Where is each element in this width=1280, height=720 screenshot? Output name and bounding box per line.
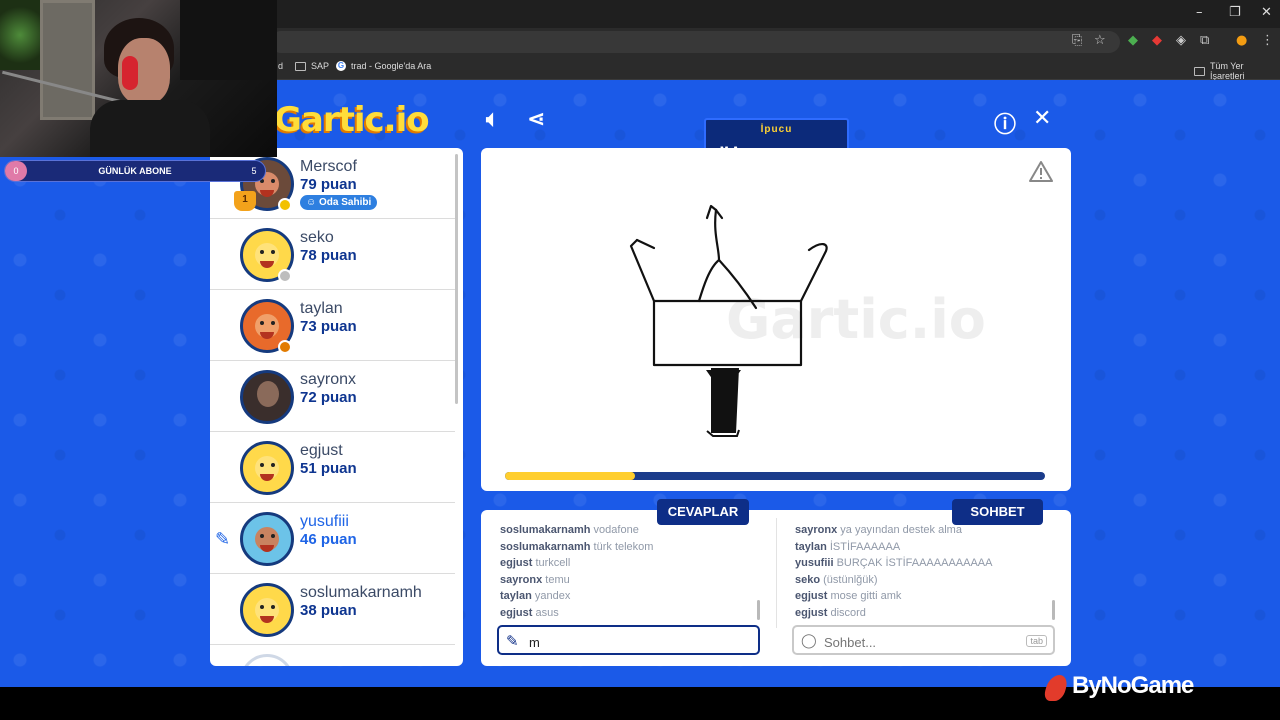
answer-message: egjust asus xyxy=(500,607,559,619)
chat-scrollbar[interactable] xyxy=(1052,600,1055,620)
tab-key-hint: tab xyxy=(1026,635,1047,647)
answer-message: soslumakarnamh vodafone xyxy=(500,524,639,536)
player-name: taylan xyxy=(300,300,343,317)
daily-subscriber-label: GÜNLÜK ABONE xyxy=(98,166,172,176)
status-dot xyxy=(278,340,292,354)
bookmark-star-icon[interactable]: ☆ xyxy=(1094,33,1106,48)
player-row-partial xyxy=(210,645,455,666)
player-score: 79 puan xyxy=(300,176,357,193)
chat-message: egjust mose gitti amk xyxy=(795,590,902,602)
round-timer-fill xyxy=(505,472,635,480)
player-row[interactable]: 1 Merscof 79 puan ☺ Oda Sahibi xyxy=(210,148,455,219)
player-name: yusufiii xyxy=(300,513,349,530)
all-bookmarks[interactable]: Tüm Yer İşaretleri xyxy=(1194,61,1280,81)
status-dot xyxy=(278,198,292,212)
player-row-drawing[interactable]: ✎ yusufiii 46 puan xyxy=(210,503,455,574)
answers-scrollbar[interactable] xyxy=(757,600,760,620)
close-window-icon[interactable]: ✕ xyxy=(1261,5,1272,20)
tab-answers[interactable]: CEVAPLAR xyxy=(657,499,749,525)
answer-message: sayronx temu xyxy=(500,574,570,586)
player-list-scrollbar[interactable] xyxy=(455,154,458,404)
webcam-overlay xyxy=(0,0,277,157)
player-row[interactable]: soslumakarnamh 38 puan xyxy=(210,574,455,645)
minimize-icon[interactable]: – xyxy=(1196,5,1203,20)
share-icon[interactable]: ⋖ xyxy=(527,107,545,132)
svg-text:Gartic.io: Gartic.io xyxy=(726,288,986,351)
daily-subscriber-bar: GÜNLÜK ABONE 0 5 xyxy=(4,160,266,182)
extension-guard-icon[interactable]: ◈ xyxy=(1176,33,1186,48)
restore-icon[interactable]: ❐ xyxy=(1229,5,1241,20)
bookmark-google-search[interactable]: Gtrad - Google'da Ara xyxy=(336,61,431,71)
folder-icon xyxy=(295,61,306,71)
player-name: seko xyxy=(300,229,334,246)
player-name: soslumakarnamh xyxy=(300,584,422,601)
report-warning-icon[interactable] xyxy=(1029,160,1053,182)
profile-avatar-icon[interactable]: ● xyxy=(1236,33,1247,48)
answer-message: egjust turkcell xyxy=(500,557,571,569)
exit-icon[interactable]: ✕ xyxy=(1033,106,1051,131)
panel-divider xyxy=(776,518,777,628)
player-name: sayronx xyxy=(300,371,357,388)
room-owner-badge: ☺ Oda Sahibi xyxy=(300,195,378,210)
status-dot xyxy=(278,269,292,283)
extension-shield-icon[interactable]: ◆ xyxy=(1128,33,1138,48)
player-score: 38 puan xyxy=(300,602,357,619)
player-list: 1 Merscof 79 puan ☺ Oda Sahibi seko 78 p… xyxy=(210,148,463,666)
subscriber-count-goal: 5 xyxy=(251,166,257,176)
chat-message: sayronx ya yayından destek alma xyxy=(795,524,962,536)
chat-message: egjust discord xyxy=(795,607,866,619)
avatar xyxy=(240,654,294,666)
info-icon[interactable]: ⓘ xyxy=(994,107,1016,139)
player-row[interactable]: seko 78 puan xyxy=(210,219,455,290)
screen: – ❐ ✕ ⎘ ☆ ◆ ◆ ◈ ⧉ ● ⋮ d SAP Gtrad - Goog… xyxy=(0,0,1280,720)
tab-chat[interactable]: SOHBET xyxy=(952,499,1043,525)
chat-input[interactable] xyxy=(824,633,1024,651)
chat-message: seko (üstünlğük) xyxy=(795,574,878,586)
answer-message: soslumakarnamh türk telekom xyxy=(500,541,654,553)
gartic-logo: Gartic.io xyxy=(274,100,430,140)
extension-tp-icon[interactable]: ◆ xyxy=(1152,33,1162,48)
folder-icon xyxy=(1194,66,1205,76)
player-score: 72 puan xyxy=(300,389,357,406)
avatar xyxy=(240,441,294,495)
watermark-text: ByNoGame xyxy=(1072,672,1194,699)
avatar-photo xyxy=(240,370,294,424)
chat-input-box[interactable]: ◯ tab xyxy=(792,625,1055,655)
round-timer-bar xyxy=(505,472,1045,480)
browser-menu-icon[interactable]: ⋮ xyxy=(1261,33,1274,48)
pencil-icon: ✎ xyxy=(215,529,231,549)
chat-message: yusufiii BURÇAK İSTİFAAAAAAAAAAA xyxy=(795,557,993,569)
player-row[interactable]: sayronx 72 puan xyxy=(210,361,455,432)
bookmark-sap[interactable]: SAP xyxy=(295,61,329,71)
player-score: 46 puan xyxy=(300,531,357,548)
player-row[interactable]: taylan 73 puan xyxy=(210,290,455,361)
pencil-icon: ✎ xyxy=(506,633,519,650)
hint-title: İpucu xyxy=(760,124,793,135)
player-name: Merscof xyxy=(300,158,357,175)
answer-input-box[interactable]: ✎ xyxy=(497,625,760,655)
player-score: 73 puan xyxy=(300,318,357,335)
search-icon: ◯ xyxy=(801,632,817,648)
chat-message: taylan İSTİFAAAAAA xyxy=(795,541,901,553)
bookmark-item[interactable]: d xyxy=(278,61,283,71)
install-app-icon[interactable]: ⎘ xyxy=(1072,33,1082,48)
answer-input[interactable] xyxy=(529,633,729,651)
avatar xyxy=(240,583,294,637)
trophy-icon: 1 xyxy=(234,191,256,211)
avatar xyxy=(240,512,294,566)
answer-message: taylan yandex xyxy=(500,590,571,602)
player-score: 51 puan xyxy=(300,460,357,477)
address-bar[interactable] xyxy=(270,31,1120,53)
drawing-canvas[interactable]: Gartic.io xyxy=(481,148,1071,491)
player-name: egjust xyxy=(300,442,343,459)
subscriber-count-current: 0 xyxy=(5,161,27,181)
player-score: 78 puan xyxy=(300,247,357,264)
player-row[interactable]: egjust 51 puan xyxy=(210,432,455,503)
drawing-strokes: Gartic.io xyxy=(629,204,986,437)
google-icon: G xyxy=(336,61,346,71)
extensions-puzzle-icon[interactable]: ⧉ xyxy=(1200,33,1209,48)
sound-icon[interactable]: 🔈︎ xyxy=(486,107,499,132)
